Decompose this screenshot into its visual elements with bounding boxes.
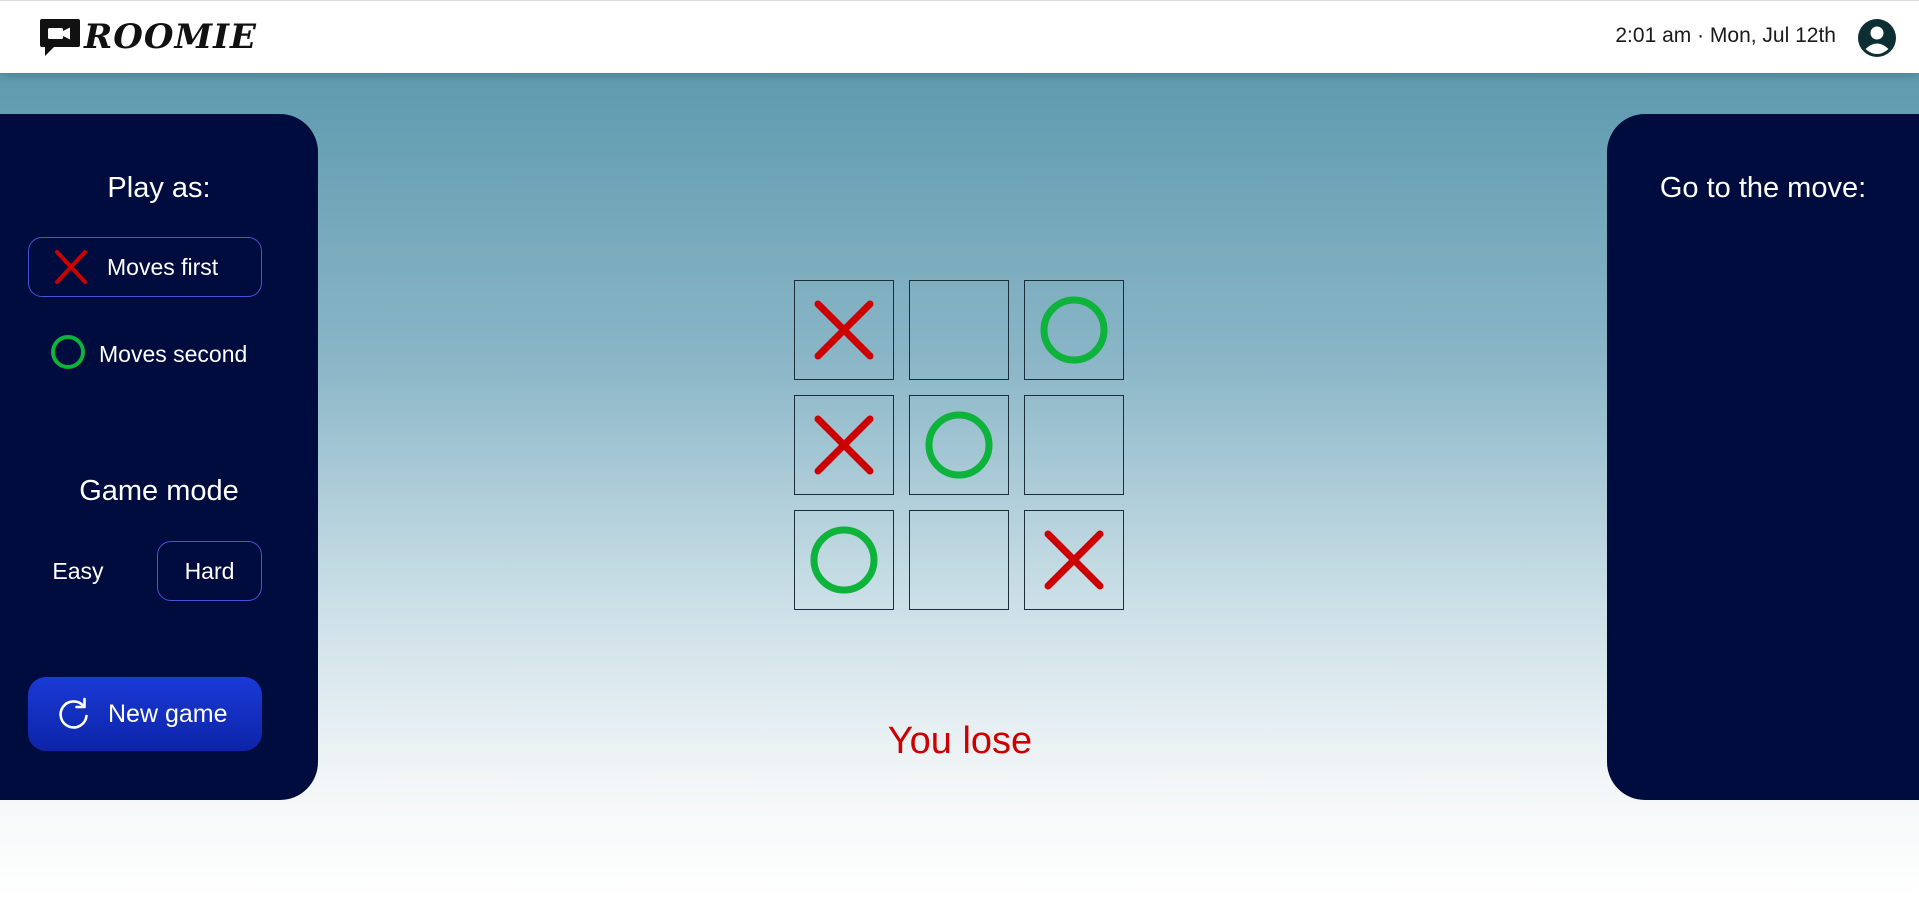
board-cell-3-2[interactable] <box>909 510 1009 610</box>
moves-second-option[interactable]: Moves second <box>28 324 262 384</box>
logo[interactable]: ROOMIE <box>38 15 257 59</box>
account-circle-icon[interactable] <box>1857 18 1897 58</box>
hard-mode-button[interactable]: Hard <box>157 541 262 601</box>
x-mark-icon <box>55 250 87 284</box>
go-to-move-title: Go to the move: <box>1659 172 1867 204</box>
move-history-panel: Go to the move: <box>1607 114 1919 800</box>
o-mark-icon <box>51 335 85 369</box>
moves-first-label: Moves first <box>107 253 219 280</box>
top-bar: ROOMIE 2:01 am · Mon, Jul 12th <box>0 0 1919 73</box>
new-game-button[interactable]: New game <box>28 677 262 751</box>
x-mark-icon <box>814 415 874 475</box>
o-mark-icon <box>1040 296 1108 364</box>
settings-panel: Play as: Moves first Moves second Game m… <box>0 114 318 800</box>
play-as-title: Play as: <box>107 172 211 204</box>
board-cell-1-1[interactable] <box>794 280 894 380</box>
refresh-icon <box>59 697 88 729</box>
moves-second-label: Moves second <box>99 340 248 367</box>
game-result: You lose <box>887 720 1033 762</box>
easy-mode-button[interactable]: Easy <box>28 541 128 601</box>
clock: 2:01 am · Mon, Jul 12th <box>1615 24 1836 47</box>
tic-tac-toe-board <box>794 280 1124 610</box>
board-cell-3-1[interactable] <box>794 510 894 610</box>
board-cell-2-2[interactable] <box>909 395 1009 495</box>
x-mark-icon <box>1044 530 1104 590</box>
new-game-label: New game <box>108 699 228 728</box>
board-cell-2-1[interactable] <box>794 395 894 495</box>
board-cell-1-3[interactable] <box>1024 280 1124 380</box>
game-mode-title: Game mode <box>79 475 239 507</box>
board-cell-3-3[interactable] <box>1024 510 1124 610</box>
x-mark-icon <box>814 300 874 360</box>
o-mark-icon <box>810 526 878 594</box>
board-cell-2-3[interactable] <box>1024 395 1124 495</box>
o-mark-icon <box>925 411 993 479</box>
logo-text: ROOMIE <box>84 17 257 57</box>
moves-first-option[interactable]: Moves first <box>28 237 262 297</box>
board-cell-1-2[interactable] <box>909 280 1009 380</box>
video-camera-chat-icon <box>40 19 80 56</box>
